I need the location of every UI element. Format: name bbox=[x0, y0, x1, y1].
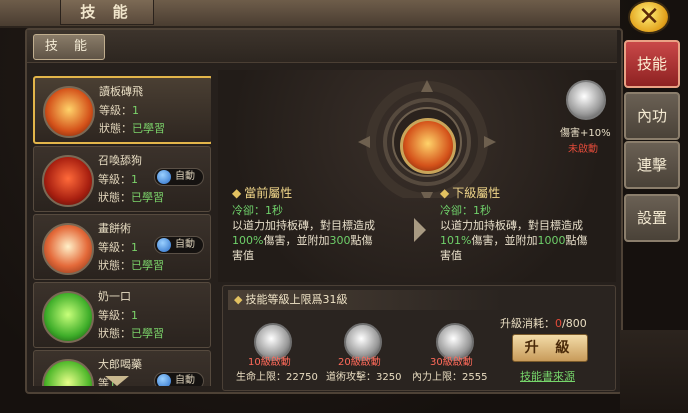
milestone-level: 10級啟動 bbox=[248, 357, 291, 368]
milestone-level: 20級啟動 bbox=[338, 357, 381, 368]
skill-status: 狀態：已學習 bbox=[98, 191, 164, 204]
current-description: 以道力加持板磚，對目標造成100%傷害，並附加300點傷害值 bbox=[232, 219, 375, 262]
next-head: ◆ 下級屬性 bbox=[440, 186, 501, 200]
skill-status: 狀態：已學習 bbox=[98, 327, 164, 340]
skill-book-source-link[interactable]: 技能書來源 bbox=[520, 368, 575, 384]
skill-item[interactable]: 召喚舔狗 等級：1 狀態：已學習 自動 bbox=[33, 146, 211, 212]
tab-combo[interactable]: 連擊 bbox=[624, 141, 680, 189]
toggle-knob-icon bbox=[157, 170, 171, 184]
current-head: ◆ 當前屬性 bbox=[232, 186, 293, 200]
milestone-stat: 生命上限：22750 bbox=[236, 372, 318, 383]
close-button[interactable]: ✕ bbox=[628, 0, 670, 34]
tab-skills[interactable]: 技能 bbox=[624, 40, 680, 88]
next-attributes: ◆ 下級屬性 冷卻：1秒 以道力加持板磚，對目標造成101%傷害，並附加1000點… bbox=[440, 186, 590, 263]
toggle-knob-icon bbox=[157, 374, 171, 386]
skill-item[interactable]: 畫餅術 等級：1 狀態：已學習 自動 bbox=[33, 214, 211, 280]
buff-label: 傷害+10% bbox=[560, 128, 611, 139]
skill-name: 大郎喝藥 bbox=[98, 358, 142, 371]
skill-tab-button[interactable]: 技 能 bbox=[33, 34, 105, 60]
skill-level: 等級：1 bbox=[98, 241, 138, 254]
tab-inner-power[interactable]: 內功 bbox=[624, 92, 680, 140]
buff-icon[interactable] bbox=[566, 80, 606, 120]
milestone-level: 30級啟動 bbox=[430, 357, 473, 368]
skill-level: 等級：1 bbox=[98, 309, 138, 322]
auto-toggle[interactable]: 自動 bbox=[154, 372, 204, 386]
tab-settings[interactable]: 設置 bbox=[624, 194, 680, 242]
green-potion-icon bbox=[42, 359, 94, 386]
next-cooldown: 冷卻：1秒 bbox=[440, 204, 491, 217]
corner-ornament bbox=[620, 330, 688, 413]
milestone-stat: 內力上限：2555 bbox=[412, 372, 488, 383]
window-title: 技 能 bbox=[60, 0, 154, 25]
fist-fire-icon bbox=[43, 86, 95, 138]
scroll-down-arrow-icon[interactable] bbox=[105, 376, 129, 386]
toggle-knob-icon bbox=[157, 238, 171, 252]
pizza-icon bbox=[42, 223, 94, 275]
next-description: 以道力加持板磚，對目標造成101%傷害，並附加1000點傷害值 bbox=[440, 219, 588, 262]
skill-name: 奶一口 bbox=[98, 290, 131, 303]
upgrade-cost: 升級消耗：0/800 bbox=[500, 317, 587, 330]
top-strip bbox=[27, 30, 617, 63]
skill-status: 狀態：已學習 bbox=[98, 259, 164, 272]
green-leaf-icon bbox=[42, 291, 94, 343]
selected-skill-icon bbox=[400, 118, 456, 174]
level-cap: ◆ 技能等級上限爲31級 bbox=[228, 290, 504, 310]
auto-toggle[interactable]: 自動 bbox=[154, 236, 204, 254]
skill-level: 等級：1 bbox=[99, 104, 139, 117]
skill-name: 召喚舔狗 bbox=[98, 154, 142, 167]
skill-list[interactable]: 讀板磚飛 等級：1 狀態：已學習 召喚舔狗 等級：1 狀態：已學習 自動 畫餅術… bbox=[33, 76, 211, 386]
skill-name: 讀板磚飛 bbox=[99, 85, 143, 98]
skill-level: 等級：1 bbox=[98, 173, 138, 186]
auto-toggle[interactable]: 自動 bbox=[154, 168, 204, 186]
upgrade-button[interactable]: 升 級 bbox=[512, 334, 588, 362]
skill-status: 狀態：已學習 bbox=[99, 122, 165, 135]
milestone-stat: 道術攻擊：3250 bbox=[326, 372, 402, 383]
current-cooldown: 冷卻：1秒 bbox=[232, 204, 283, 217]
arrow-right-icon bbox=[414, 218, 426, 242]
skill-item[interactable]: 奶一口 等級：1 狀態：已學習 bbox=[33, 282, 211, 348]
skill-item[interactable]: 讀板磚飛 等級：1 狀態：已學習 bbox=[33, 76, 211, 144]
red-beast-icon bbox=[42, 155, 94, 207]
buff-state: 未啟動 bbox=[568, 144, 598, 155]
current-attributes: ◆ 當前屬性 冷卻：1秒 以道力加持板磚，對目標造成100%傷害，並附加300點傷… bbox=[232, 186, 382, 263]
skill-name: 畫餅術 bbox=[98, 222, 131, 235]
